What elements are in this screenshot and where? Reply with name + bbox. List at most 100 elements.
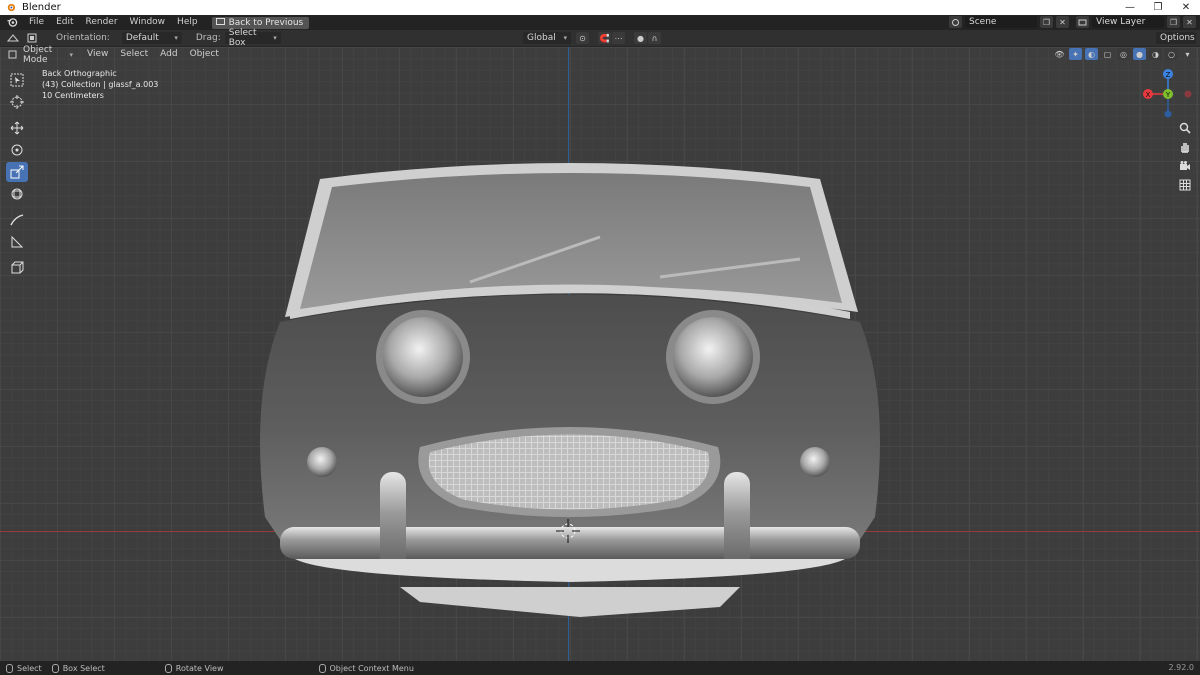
falloff-icon[interactable]: ∩ — [648, 32, 661, 44]
tool-header: Orientation: Default ▾ Drag: Select Box … — [0, 28, 1200, 48]
transform-tool[interactable] — [6, 184, 28, 204]
gizmo-y-label: Y — [1165, 91, 1171, 99]
annotate-tool[interactable] — [6, 210, 28, 230]
visibility-icon[interactable]: 👁 — [1053, 48, 1066, 60]
tool-settings-icon[interactable] — [25, 32, 38, 44]
pan-hand-icon[interactable] — [1177, 139, 1193, 155]
gizmo-z-label: Z — [1166, 71, 1171, 79]
camera-view-icon[interactable] — [1177, 158, 1193, 174]
overlay-toggle-icon[interactable]: ◐ — [1085, 48, 1098, 60]
menu-view[interactable]: View — [81, 47, 114, 62]
menu-object[interactable]: Object — [184, 47, 225, 62]
minimize-button[interactable]: — — [1116, 0, 1144, 15]
pivot-point-icon[interactable]: ⊙ — [576, 32, 589, 44]
gizmo-neg-z-axis[interactable] — [1164, 110, 1172, 118]
scene-name-field[interactable]: Scene — [965, 16, 1037, 28]
car-model[interactable] — [250, 107, 890, 627]
object-mode-icon — [6, 49, 19, 61]
window-title: Blender — [22, 2, 61, 13]
active-collection-object: (43) Collection | glassf_a.003 — [42, 80, 159, 89]
window-titlebar: Blender — ❐ ✕ — [0, 0, 1200, 15]
status-context-menu-label: Object Context Menu — [329, 663, 414, 673]
snap-icon[interactable]: 🧲 — [598, 32, 611, 44]
orientation-value: Default — [125, 33, 159, 43]
gizmo-neg-x-axis[interactable] — [1184, 90, 1192, 98]
mode-value: Object Mode — [23, 44, 53, 65]
status-rotate-view: Rotate View — [164, 663, 224, 673]
options-dropdown[interactable]: Options ▾ — [1156, 32, 1196, 44]
status-select-label: Select — [17, 663, 42, 673]
status-rotate-view-label: Rotate View — [175, 663, 224, 673]
drag-label: Drag: — [195, 33, 221, 43]
3d-cursor-icon — [556, 519, 580, 543]
transform-orientation-dropdown[interactable]: Global ▾ — [523, 32, 571, 44]
remove-view-layer-icon[interactable]: ✕ — [1183, 16, 1196, 28]
maximize-button[interactable]: ❐ — [1144, 0, 1172, 15]
chevron-down-icon: ▾ — [273, 34, 277, 42]
chevron-down-icon: ▾ — [69, 50, 73, 59]
rotate-tool[interactable] — [6, 140, 28, 160]
transform-orientation-value: Global — [527, 33, 556, 43]
snap-target-icon[interactable]: ⋯ — [612, 32, 625, 44]
view-name: Back Orthographic — [42, 69, 117, 78]
view-layer-browse-icon[interactable] — [1076, 16, 1089, 28]
measure-tool[interactable] — [6, 232, 28, 252]
gizmo-toggle-icon[interactable]: ✦ — [1069, 48, 1082, 60]
mode-dropdown[interactable]: Object Mode ▾ — [19, 45, 77, 65]
drag-value: Select Box — [228, 28, 257, 48]
tool-shelf — [6, 70, 30, 280]
scene-browse-icon[interactable] — [949, 16, 962, 28]
grid-scale: 10 Centimeters — [42, 91, 104, 100]
menu-help[interactable]: Help — [171, 15, 204, 30]
mouse-drag-icon — [51, 663, 59, 673]
version-label: 2.92.0 — [1168, 663, 1194, 672]
xray-icon[interactable]: ▢ — [1101, 48, 1114, 60]
menu-render[interactable]: Render — [80, 15, 124, 30]
viewport-header: Object Mode ▾ View Select Add Object 👁 ✦… — [0, 45, 1200, 65]
back-to-previous-label: Back to Previous — [228, 17, 304, 28]
editor-type-icon[interactable] — [6, 32, 19, 44]
wireframe-shading-icon[interactable]: ◎ — [1117, 48, 1130, 60]
orientation-label: Orientation: — [56, 33, 110, 43]
blender-topbar: File Edit Render Window Help Back to Pre… — [0, 15, 1200, 30]
move-tool[interactable] — [6, 118, 28, 138]
remove-scene-icon[interactable]: ✕ — [1056, 16, 1069, 28]
menu-add[interactable]: Add — [154, 47, 183, 62]
mouse-left-icon — [6, 663, 13, 673]
status-bar: Select Box Select Rotate View Object Con… — [0, 661, 1200, 675]
status-context-menu: Object Context Menu — [318, 663, 414, 673]
viewport-info: Back Orthographic (43) Collection | glas… — [42, 68, 158, 101]
mouse-right-icon — [318, 663, 326, 673]
new-scene-icon[interactable]: ❐ — [1040, 16, 1053, 28]
blender-logo-icon — [4, 2, 16, 14]
3d-viewport[interactable]: Back Orthographic (43) Collection | glas… — [0, 47, 1200, 661]
scale-tool[interactable] — [6, 162, 28, 182]
menu-edit[interactable]: Edit — [50, 15, 79, 30]
orientation-dropdown[interactable]: Default ▾ — [121, 32, 182, 44]
menu-file[interactable]: File — [23, 15, 50, 30]
navigation-gizmo[interactable]: Z X Y — [1140, 66, 1196, 122]
shading-options-icon[interactable]: ▾ — [1181, 48, 1194, 60]
solid-shading-icon[interactable]: ● — [1133, 48, 1146, 60]
new-view-layer-icon[interactable]: ❐ — [1167, 16, 1180, 28]
proportional-editing-icon[interactable]: ● — [634, 32, 647, 44]
select-box-tool[interactable] — [6, 70, 28, 90]
status-box-select: Box Select — [51, 663, 105, 673]
material-shading-icon[interactable]: ◑ — [1149, 48, 1162, 60]
options-label: Options — [1160, 33, 1195, 43]
back-to-previous-button[interactable]: Back to Previous — [211, 16, 310, 29]
mouse-middle-icon — [164, 663, 172, 673]
drag-dropdown[interactable]: Select Box ▾ — [224, 28, 281, 48]
view-layer-field[interactable]: View Layer — [1092, 16, 1164, 28]
screen-icon — [215, 17, 225, 28]
blender-menu-icon[interactable] — [5, 16, 19, 29]
menu-select[interactable]: Select — [114, 47, 154, 62]
add-cube-tool[interactable] — [6, 258, 28, 278]
cursor-tool[interactable] — [6, 92, 28, 112]
zoom-icon[interactable] — [1177, 120, 1193, 136]
menu-window[interactable]: Window — [124, 15, 172, 30]
status-select: Select — [6, 663, 42, 673]
ortho-grid-icon[interactable] — [1177, 177, 1193, 193]
close-button[interactable]: ✕ — [1172, 0, 1200, 15]
rendered-shading-icon[interactable]: ○ — [1165, 48, 1178, 60]
